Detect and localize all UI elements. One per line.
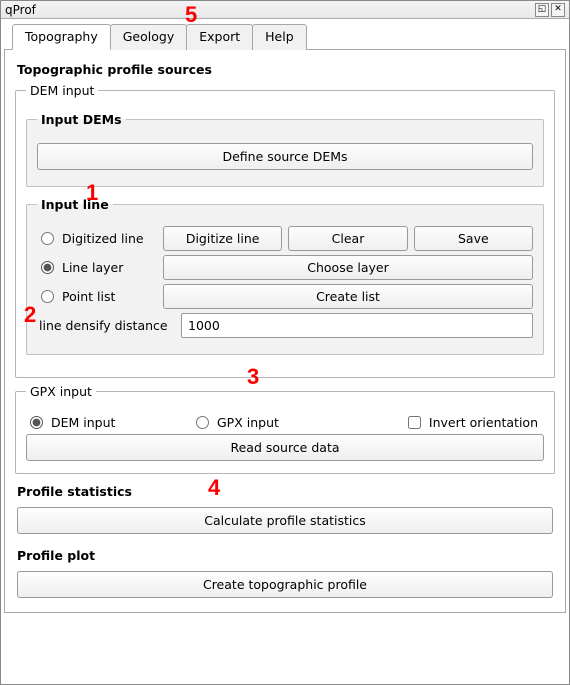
window-body: Topography Geology Export Help Topograph… xyxy=(1,19,569,684)
radio-digitized-line[interactable]: Digitized line xyxy=(37,231,157,246)
radio-gpx-input-label: GPX input xyxy=(217,415,279,430)
tab-geology[interactable]: Geology xyxy=(110,24,187,50)
invert-orientation-checkbox[interactable]: Invert orientation xyxy=(408,415,538,430)
window-title: qProf xyxy=(5,3,533,17)
clear-button[interactable]: Clear xyxy=(288,226,407,251)
calculate-stats-button[interactable]: Calculate profile statistics xyxy=(17,507,553,534)
choose-layer-button[interactable]: Choose layer xyxy=(163,255,533,280)
radio-point-list-label: Point list xyxy=(62,289,115,304)
input-dems-frame: Input DEMs Define source DEMs xyxy=(26,112,544,187)
input-line-legend: Input line xyxy=(37,197,113,212)
radio-line-layer[interactable]: Line layer xyxy=(37,260,157,275)
radio-gpx-input[interactable]: GPX input xyxy=(192,415,352,430)
invert-orientation-label: Invert orientation xyxy=(429,415,538,430)
section-title-sources: Topographic profile sources xyxy=(17,62,555,77)
window-detach-icon[interactable]: ◱ xyxy=(535,3,549,17)
radio-digitized-line-label: Digitized line xyxy=(62,231,144,246)
window: qProf ◱ ✕ Topography Geology Export Help… xyxy=(0,0,570,685)
read-source-data-button[interactable]: Read source data xyxy=(26,434,544,461)
radio-dem-input-label: DEM input xyxy=(51,415,115,430)
input-dems-legend: Input DEMs xyxy=(37,112,126,127)
dem-input-frame: DEM input Input DEMs Define source DEMs … xyxy=(15,83,555,378)
radio-gpx-input-input[interactable] xyxy=(196,416,209,429)
gpx-input-legend: GPX input xyxy=(26,384,96,399)
radio-line-layer-label: Line layer xyxy=(62,260,123,275)
tab-help[interactable]: Help xyxy=(252,24,307,50)
section-title-plot: Profile plot xyxy=(17,548,555,563)
window-close-icon[interactable]: ✕ xyxy=(551,3,565,17)
tab-topography[interactable]: Topography xyxy=(12,24,111,50)
radio-point-list-input[interactable] xyxy=(41,290,54,303)
gpx-input-frame: GPX input DEM input GPX input Invert ori… xyxy=(15,384,555,474)
save-button[interactable]: Save xyxy=(414,226,533,251)
tab-bar: Topography Geology Export Help xyxy=(4,23,566,50)
densify-label: line densify distance xyxy=(37,318,175,333)
tab-page-topography: Topographic profile sources DEM input In… xyxy=(4,50,566,613)
radio-dem-input[interactable]: DEM input xyxy=(26,415,186,430)
invert-orientation-input[interactable] xyxy=(408,416,421,429)
digitize-line-button[interactable]: Digitize line xyxy=(163,226,282,251)
radio-point-list[interactable]: Point list xyxy=(37,289,157,304)
define-source-dems-button[interactable]: Define source DEMs xyxy=(37,143,533,170)
dem-input-legend: DEM input xyxy=(26,83,98,98)
create-profile-button[interactable]: Create topographic profile xyxy=(17,571,553,598)
radio-digitized-line-input[interactable] xyxy=(41,232,54,245)
create-list-button[interactable]: Create list xyxy=(163,284,533,309)
densify-distance-input[interactable] xyxy=(181,313,533,338)
input-line-frame: Input line Digitized line Digitize line … xyxy=(26,197,544,355)
titlebar: qProf ◱ ✕ xyxy=(1,1,569,19)
radio-dem-input-input[interactable] xyxy=(30,416,43,429)
section-title-stats: Profile statistics xyxy=(17,484,555,499)
radio-line-layer-input[interactable] xyxy=(41,261,54,274)
tab-export[interactable]: Export xyxy=(186,24,253,50)
